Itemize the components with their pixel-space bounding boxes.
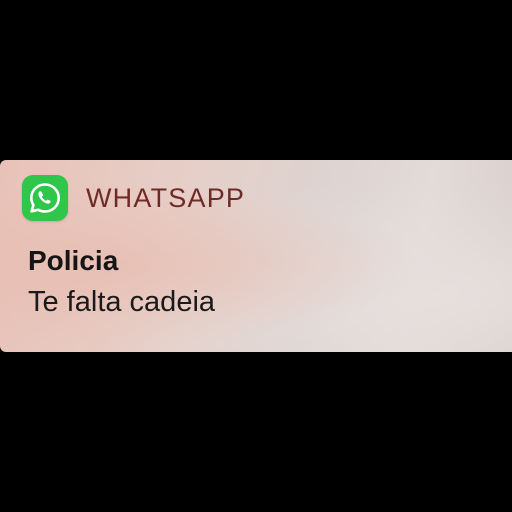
notification-title: Policia [28, 245, 119, 276]
whatsapp-glyph [30, 183, 60, 213]
notification-message: Te falta cadeia [28, 286, 216, 318]
notification-header: WHATSAPP [22, 175, 246, 221]
app-name: WHATSAPP [86, 182, 246, 213]
notification-banner[interactable]: WHATSAPP Policia Te falta cadeia [0, 160, 512, 352]
whatsapp-icon [22, 175, 68, 221]
